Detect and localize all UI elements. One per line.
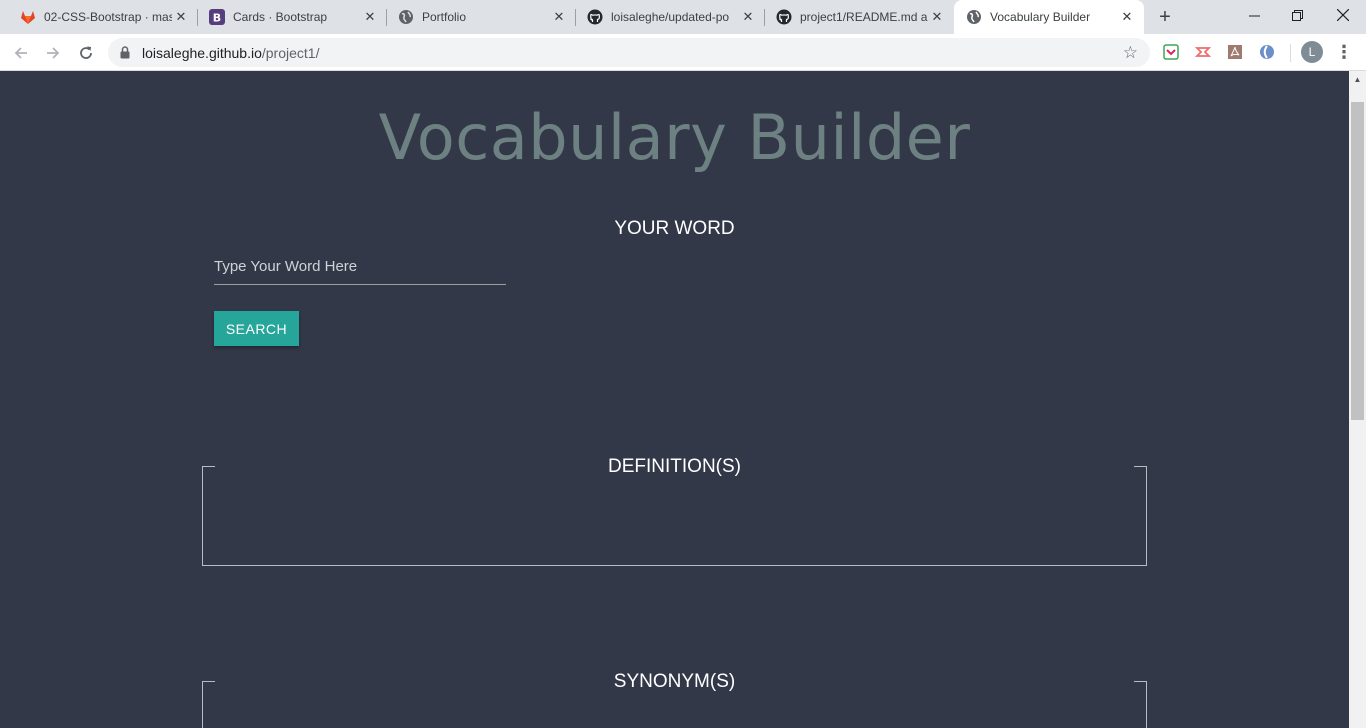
toolbar-divider xyxy=(1290,44,1291,62)
tab-title: loisaleghe/updated-po xyxy=(611,10,730,24)
restore-icon xyxy=(1291,9,1303,21)
arrow-right-icon xyxy=(47,47,60,59)
tab-vocabulary-builder[interactable]: Vocabulary Builder ✕ xyxy=(954,0,1144,34)
profile-avatar[interactable]: L xyxy=(1301,41,1323,63)
arrow-left-icon xyxy=(14,47,27,59)
tab-title: 02-CSS-Bootstrap · mas xyxy=(44,10,172,24)
scroll-thumb[interactable] xyxy=(1351,102,1364,420)
minimize-button[interactable] xyxy=(1231,0,1277,30)
tab-gitlab[interactable]: 02-CSS-Bootstrap · mas ✕ xyxy=(8,0,196,34)
reload-icon xyxy=(80,46,92,59)
definitions-heading: DEFINITION(S) xyxy=(608,456,741,477)
lock-icon xyxy=(120,46,130,64)
github-icon xyxy=(776,9,792,25)
address-bar[interactable]: loisaleghe.github.io/project1/ ☆ xyxy=(108,38,1150,67)
definitions-box: DEFINITION(S) xyxy=(202,456,1147,566)
tab-title: project1/README.md a xyxy=(800,10,928,24)
tab-github-readme[interactable]: project1/README.md a ✕ xyxy=(764,0,952,34)
gitlab-icon xyxy=(20,9,36,25)
cast-extension-icon[interactable] xyxy=(1194,43,1212,61)
close-icon[interactable]: ✕ xyxy=(928,8,946,26)
page-title: Vocabulary Builder xyxy=(378,101,971,174)
svg-text:B: B xyxy=(213,12,221,25)
tab-bootstrap[interactable]: B Cards · Bootstrap ✕ xyxy=(197,0,385,34)
globe-icon xyxy=(966,9,982,25)
globe-icon xyxy=(398,9,414,25)
close-icon xyxy=(1337,9,1349,21)
github-icon xyxy=(587,9,603,25)
bookmark-star-icon[interactable]: ☆ xyxy=(1123,43,1138,63)
tab-strip: 02-CSS-Bootstrap · mas ✕ B Cards · Boots… xyxy=(0,0,1366,34)
scroll-up-arrow-icon[interactable]: ▲ xyxy=(1349,71,1366,88)
close-icon[interactable]: ✕ xyxy=(550,8,568,26)
extension-icon[interactable] xyxy=(1258,43,1276,61)
tab-title: Portfolio xyxy=(422,10,467,24)
your-word-heading: YOUR WORD xyxy=(614,218,735,239)
url-path: /project1/ xyxy=(261,45,320,61)
back-button[interactable] xyxy=(9,41,33,65)
synonyms-heading: SYNONYM(S) xyxy=(613,671,736,692)
menu-icon[interactable]: ⋮ xyxy=(1335,41,1353,63)
forward-button[interactable] xyxy=(41,41,65,65)
synonyms-box: SYNONYM(S) xyxy=(202,671,1147,728)
close-icon[interactable]: ✕ xyxy=(1118,8,1136,26)
close-icon[interactable]: ✕ xyxy=(739,8,757,26)
page-scrollbar[interactable]: ▲ xyxy=(1349,71,1366,728)
restore-button[interactable] xyxy=(1274,0,1320,30)
reload-button[interactable] xyxy=(74,41,98,65)
new-tab-button[interactable]: + xyxy=(1154,6,1176,28)
url-host: loisaleghe.github.io xyxy=(142,45,262,61)
close-window-button[interactable] xyxy=(1320,0,1366,30)
tab-portfolio[interactable]: Portfolio ✕ xyxy=(386,0,574,34)
word-input[interactable] xyxy=(214,249,506,285)
close-icon[interactable]: ✕ xyxy=(172,8,190,26)
pocket-extension-icon[interactable] xyxy=(1162,43,1180,61)
page-viewport: Vocabulary Builder YOUR WORD SEARCH DEFI… xyxy=(0,71,1349,728)
tab-github-updated-portfolio[interactable]: loisaleghe/updated-po ✕ xyxy=(575,0,763,34)
tab-title: Cards · Bootstrap xyxy=(233,10,328,24)
url-text: loisaleghe.github.io/project1/ xyxy=(142,45,319,61)
pdf-extension-icon[interactable] xyxy=(1226,43,1244,61)
bootstrap-icon: B xyxy=(209,9,225,25)
close-icon[interactable]: ✕ xyxy=(361,8,379,26)
search-button[interactable]: SEARCH xyxy=(214,311,299,346)
minimize-icon xyxy=(1248,15,1260,16)
browser-toolbar: loisaleghe.github.io/project1/ ☆ L ⋮ xyxy=(0,34,1366,71)
tab-title: Vocabulary Builder xyxy=(990,10,1091,24)
